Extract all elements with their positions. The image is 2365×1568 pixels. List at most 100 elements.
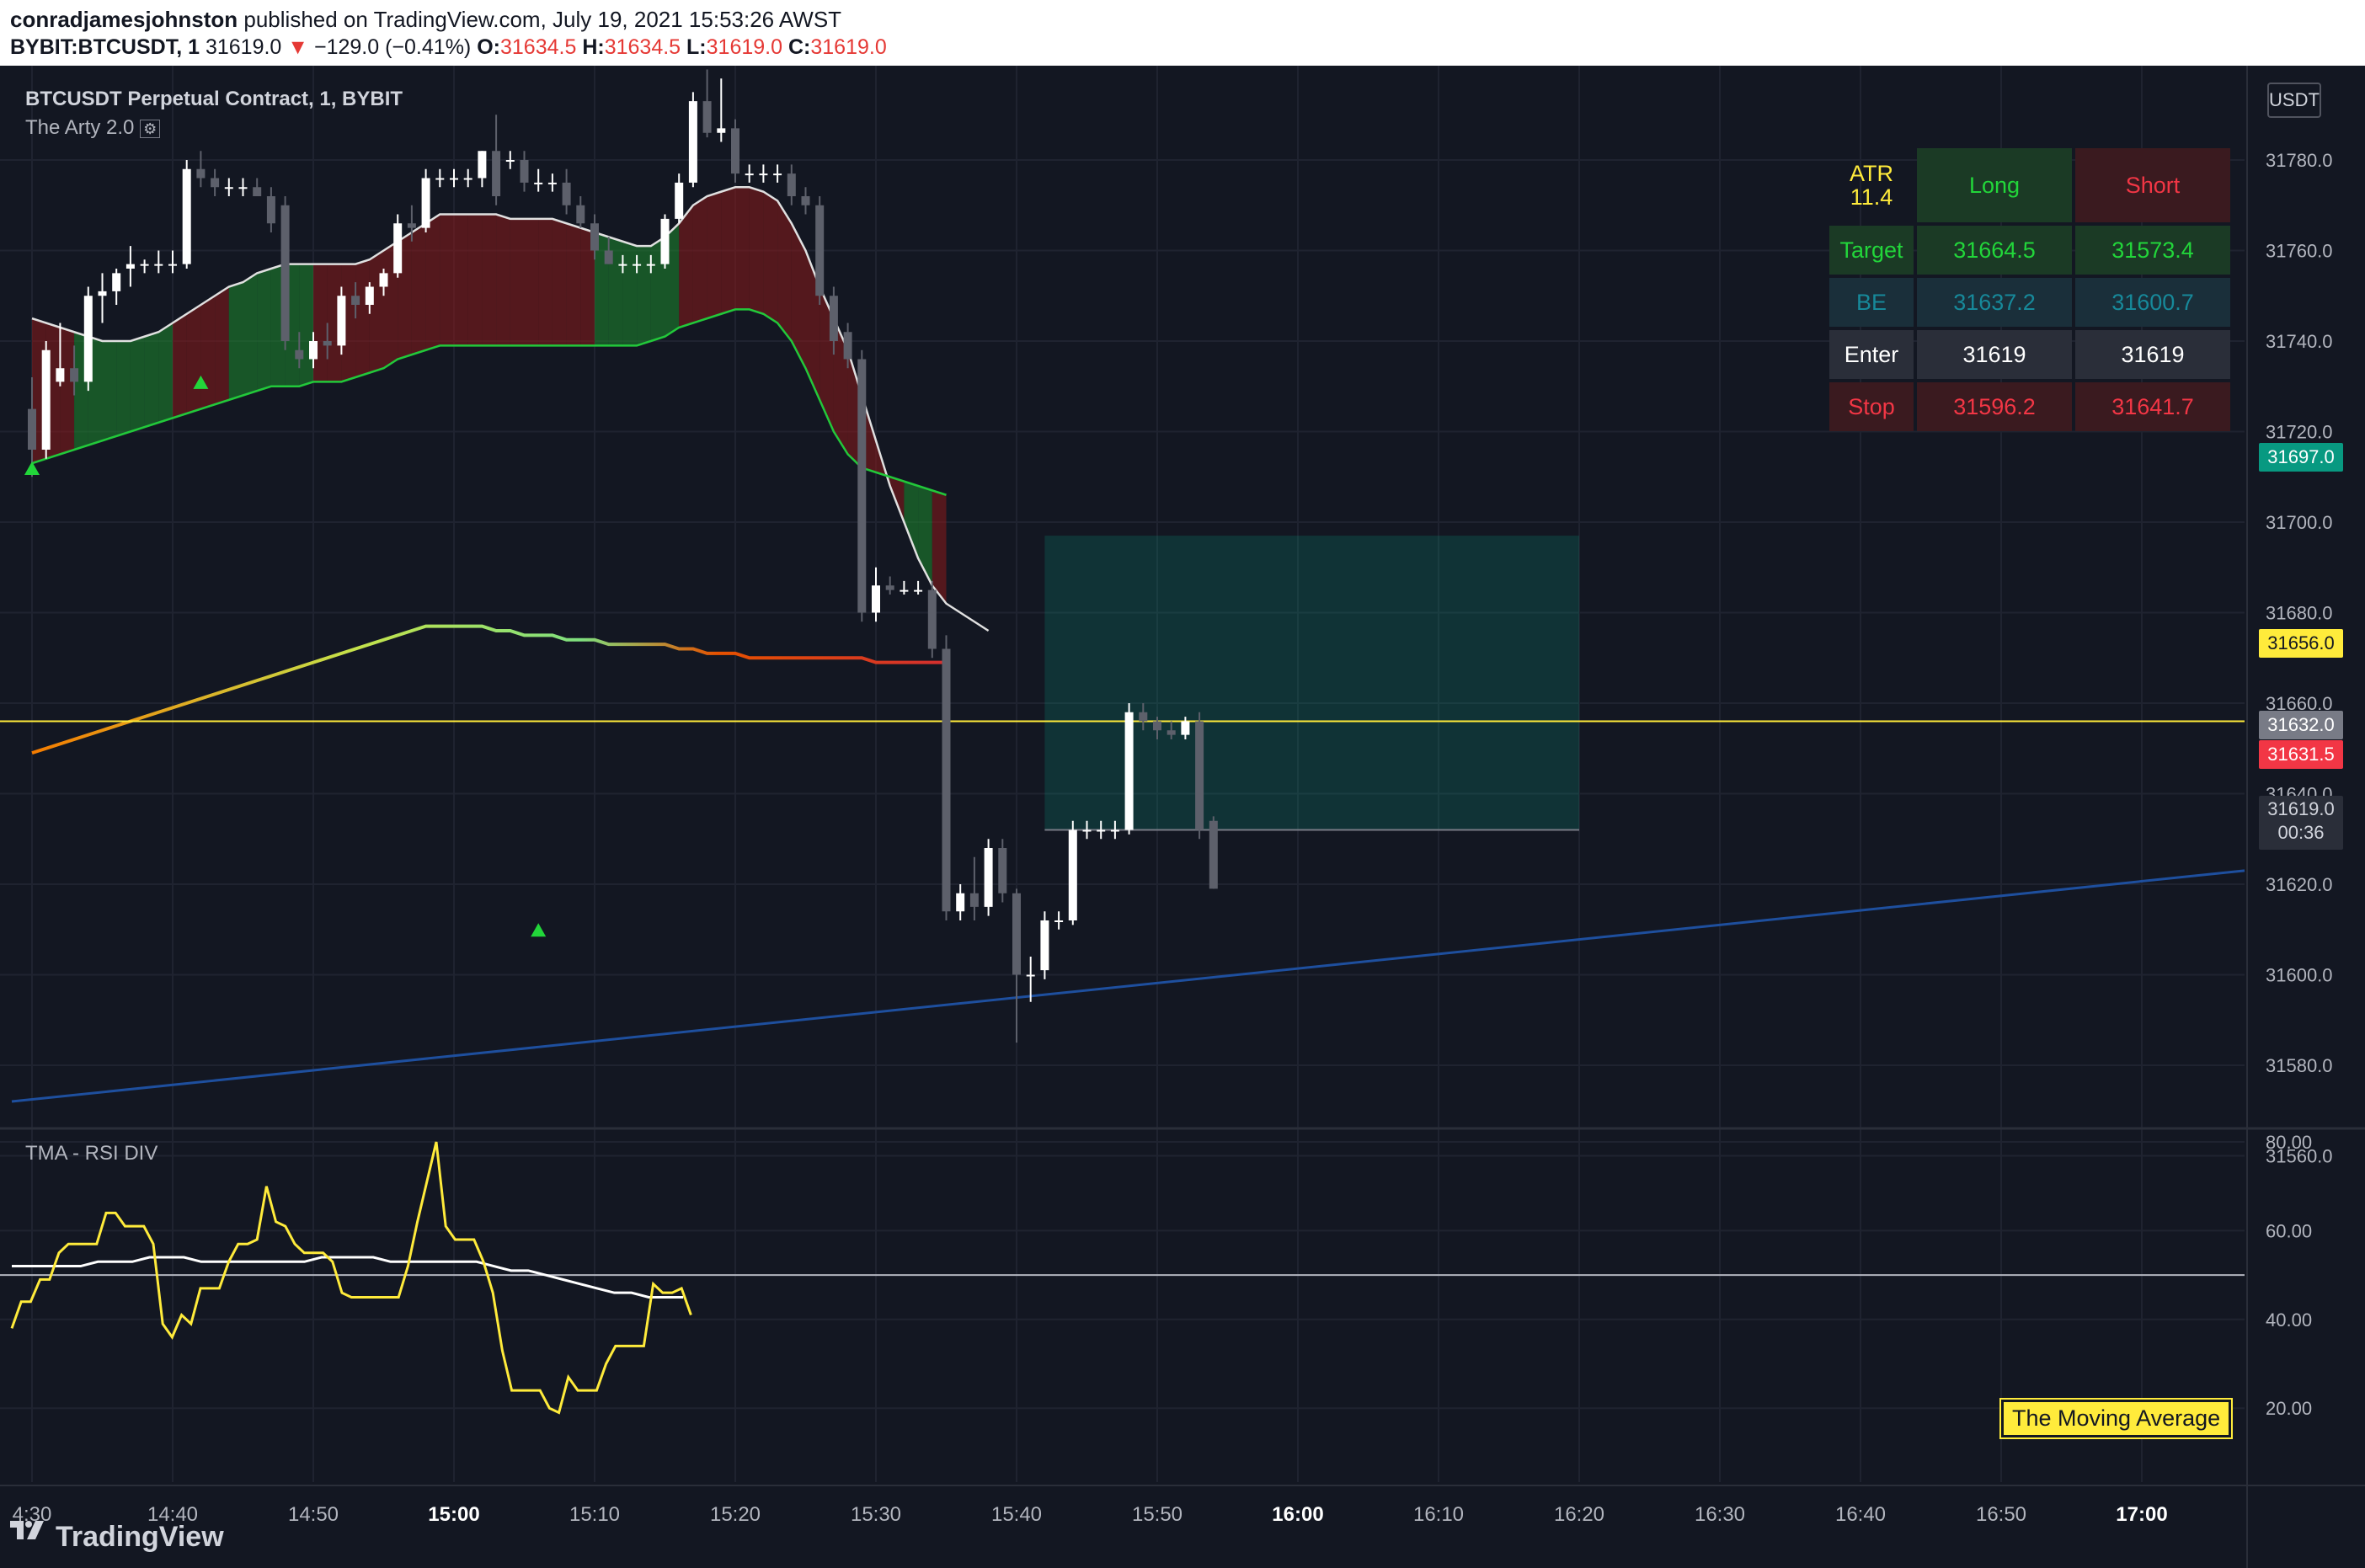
price-tick-label: 31720.0 [2266,422,2333,443]
target-label: Target [1829,226,1914,275]
trend-band-segment [200,296,216,409]
time-tick-label: 15:10 [569,1503,620,1526]
trend-band-segment [622,241,638,346]
price-tick-label: 31680.0 [2266,603,2333,624]
candle-body [787,173,796,196]
candle-body [520,160,529,183]
target-short: 31573.4 [2075,226,2230,275]
candle-body [717,128,726,133]
rsi-tick-label: 40.00 [2266,1309,2312,1331]
atr-cell: ATR 11.4 [1829,148,1914,222]
stop-long: 31596.2 [1917,382,2072,431]
price-change: −129.0 (−0.41%) [314,35,472,59]
candle-body [1082,829,1092,832]
candle-body [1195,721,1204,830]
candle-body [505,160,515,162]
low-label: L: [686,35,707,59]
candle-body [211,178,220,188]
trend-band-segment [692,196,707,323]
entry-price-tag: 31632.0 [2259,711,2343,739]
bar-countdown: 00:36 [2277,822,2325,843]
trend-band-segment [116,341,131,436]
trend-band-segment [130,336,145,432]
trend-band-segment [355,259,370,377]
candle-body [829,296,838,341]
trend-band-segment [735,187,750,310]
candle-body [801,196,810,205]
candle-body [125,264,135,269]
tradingview-wordmark: TradingView [56,1521,224,1553]
trend-band-segment [102,341,117,441]
candle-body [590,223,599,251]
candle-body [280,205,290,341]
price-tick-label: 31620.0 [2266,874,2333,895]
candle-body [28,408,36,450]
indicator-legend[interactable]: The Arty 2.0 ⚙ [25,116,161,140]
trend-band-segment [637,246,651,346]
candle-body [1153,721,1161,731]
candle-body [745,173,754,176]
candle-body [900,589,909,592]
time-tick-label: 16:00 [1272,1503,1323,1526]
candle-body [534,182,543,184]
candle-body [576,205,585,224]
currency-unit-button[interactable]: USDT [2267,83,2321,118]
time-tick-label: 16:40 [1835,1503,1886,1526]
candle-body [872,585,880,613]
candle-body [1110,829,1119,832]
tradingview-logo[interactable]: TradingView [8,1516,261,1558]
position-target-zone [1044,536,1579,830]
buy-signal-icon [531,923,547,937]
rsi-legend[interactable]: TMA - RSI DIV [25,1142,157,1165]
candle-body [547,182,557,184]
trend-band-segment [243,273,258,396]
candle-body [421,178,430,228]
down-arrow-icon: ▼ [287,35,309,59]
trend-band-segment [425,214,440,350]
rsi-line [10,1141,692,1415]
price-tick-label: 31580.0 [2266,1055,2333,1076]
indicator-name: The Arty 2.0 [25,116,135,139]
settings-icon[interactable]: ⚙ [140,120,161,138]
candle-body [337,296,346,346]
candle-body [393,223,403,274]
price-tick-label: 31780.0 [2266,150,2333,171]
symbol-legend[interactable]: BTCUSDT Perpetual Contract, 1, BYBIT [25,88,403,111]
be-long: 31637.2 [1917,278,2072,327]
trend-band-segment [215,286,229,405]
candle-body [843,332,852,360]
atr-table: ATR 11.4 Long Short Target 31664.5 31573… [1826,145,2234,435]
price-tick-label: 31700.0 [2266,512,2333,533]
candle-body [1012,893,1021,975]
trend-band-segment [299,264,313,387]
candle-body [1054,920,1064,922]
candle-body [112,273,121,291]
candle-body [309,341,318,360]
candle-body [914,589,923,592]
publisher-bar: conradjamesjohnston published on Trading… [0,0,2365,66]
time-tick-label: 16:30 [1695,1503,1745,1526]
trend-band-segment [749,187,764,314]
candle-body [702,101,712,133]
time-tick-label: 17:00 [2116,1503,2167,1526]
candle-body [182,168,191,264]
publisher-name[interactable]: conradjamesjohnston [10,7,238,32]
enter-short: 31619 [2075,330,2230,379]
candle-body [885,585,894,590]
trend-band-segment [411,223,426,355]
candle-body [759,173,768,176]
candle-body [956,893,965,912]
last-price-value: 31619.0 [2267,798,2335,819]
candle-body [1026,974,1035,977]
symbol-name[interactable]: BYBIT:BTCUSDT, 1 [10,35,200,59]
price-tick-label: 31740.0 [2266,331,2333,352]
trend-band-segment [482,214,497,346]
candle-body [323,341,332,346]
tradingview-logo-icon [10,1521,44,1539]
candle-body [140,264,149,266]
candle-body [295,349,304,360]
candle-body [83,296,93,382]
rsi-tick-label: 20.00 [2266,1398,2312,1419]
long-header: Long [1917,148,2072,222]
short-header: Short [2075,148,2230,222]
